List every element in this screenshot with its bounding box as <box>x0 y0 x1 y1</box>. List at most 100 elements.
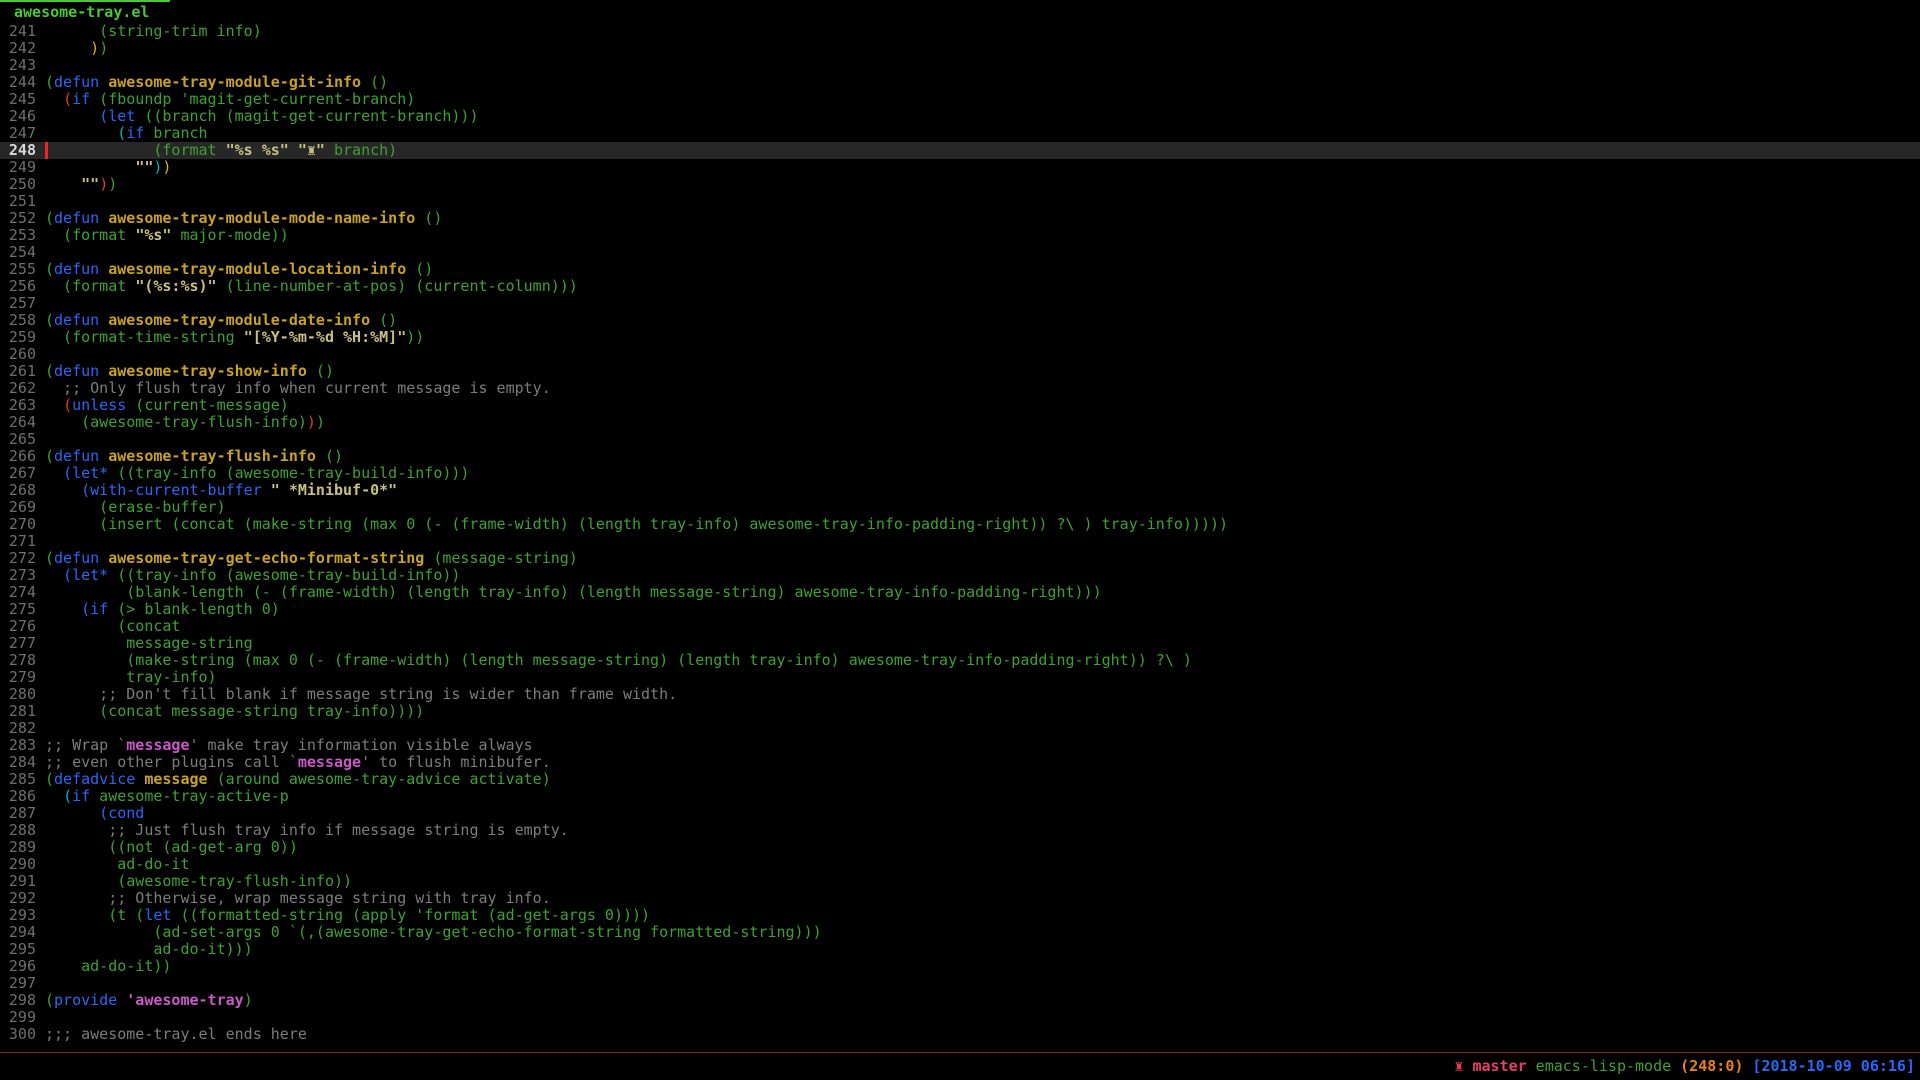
code-line[interactable]: 285(defadvice message (around awesome-tr… <box>0 771 1920 788</box>
code-line[interactable]: 270 (insert (concat (make-string (max 0 … <box>0 516 1920 533</box>
code-line[interactable]: 267 (let* ((tray-info (awesome-tray-buil… <box>0 465 1920 482</box>
code-line[interactable]: 251 <box>0 193 1920 210</box>
code-line[interactable]: 260 <box>0 346 1920 363</box>
emacs-frame: { "header": { "title": "awesome-tray.el"… <box>0 0 1920 1080</box>
line-number: 298 <box>0 992 45 1009</box>
code-line[interactable]: 297 <box>0 975 1920 992</box>
line-number: 276 <box>0 618 45 635</box>
code-line[interactable]: 245 (if (fboundp 'magit-get-current-bran… <box>0 91 1920 108</box>
code-line[interactable]: 257 <box>0 295 1920 312</box>
line-number: 280 <box>0 686 45 703</box>
code-line[interactable]: 275 (if (> blank-length 0) <box>0 601 1920 618</box>
code-line[interactable]: 299 <box>0 1009 1920 1026</box>
code-line[interactable]: 261(defun awesome-tray-show-info () <box>0 363 1920 380</box>
code-line[interactable]: 291 (awesome-tray-flush-info)) <box>0 873 1920 890</box>
code-line[interactable]: 252(defun awesome-tray-module-mode-name-… <box>0 210 1920 227</box>
code-line[interactable]: 273 (let* ((tray-info (awesome-tray-buil… <box>0 567 1920 584</box>
code-text: (if (fboundp 'magit-get-current-branch) <box>45 91 415 108</box>
code-line[interactable]: 272(defun awesome-tray-get-echo-format-s… <box>0 550 1920 567</box>
code-line[interactable]: 259 (format-time-string "[%Y-%m-%d %H:%M… <box>0 329 1920 346</box>
code-line[interactable]: 282 <box>0 720 1920 737</box>
code-line[interactable]: 253 (format "%s" major-mode)) <box>0 227 1920 244</box>
code-line[interactable]: 254 <box>0 244 1920 261</box>
line-number: 294 <box>0 924 45 941</box>
git-branch-icon: ♜ <box>1454 1058 1472 1075</box>
line-number: 260 <box>0 346 45 363</box>
code-text: (defun awesome-tray-module-mode-name-inf… <box>45 210 442 227</box>
code-text: (concat <box>45 618 180 635</box>
code-line[interactable]: 288 ;; Just flush tray info if message s… <box>0 822 1920 839</box>
code-line[interactable]: 264 (awesome-tray-flush-info))) <box>0 414 1920 431</box>
code-text: (with-current-buffer " *Minibuf-0*" <box>45 482 397 499</box>
line-number: 250 <box>0 176 45 193</box>
code-line[interactable]: 293 (t (let ((formatted-string (apply 'f… <box>0 907 1920 924</box>
code-line[interactable]: 241 (string-trim info) <box>0 23 1920 40</box>
code-text: (blank-length (- (frame-width) (length t… <box>45 584 1102 601</box>
code-line[interactable]: 287 (cond <box>0 805 1920 822</box>
code-line[interactable]: 281 (concat message-string tray-info)))) <box>0 703 1920 720</box>
code-line[interactable]: 247 (if branch <box>0 125 1920 142</box>
code-line[interactable]: 280 ;; Don't fill blank if message strin… <box>0 686 1920 703</box>
code-text: (defun awesome-tray-show-info () <box>45 363 334 380</box>
datetime-indicator: [2018-10-09 06:16] <box>1743 1058 1915 1075</box>
code-line[interactable]: 246 (let ((branch (magit-get-current-bra… <box>0 108 1920 125</box>
code-line[interactable]: 286 (if awesome-tray-active-p <box>0 788 1920 805</box>
line-number: 289 <box>0 839 45 856</box>
code-line[interactable]: 294 (ad-set-args 0 `(,(awesome-tray-get-… <box>0 924 1920 941</box>
line-number: 296 <box>0 958 45 975</box>
code-line[interactable]: 298(provide 'awesome-tray) <box>0 992 1920 1009</box>
line-number: 255 <box>0 261 45 278</box>
code-line[interactable]: 263 (unless (current-message) <box>0 397 1920 414</box>
line-number: 274 <box>0 584 45 601</box>
line-number: 292 <box>0 890 45 907</box>
code-text: (erase-buffer) <box>45 499 226 516</box>
line-number: 258 <box>0 312 45 329</box>
line-number: 277 <box>0 635 45 652</box>
code-line[interactable]: 268 (with-current-buffer " *Minibuf-0*" <box>0 482 1920 499</box>
code-line[interactable]: 243 <box>0 57 1920 74</box>
text-cursor <box>45 142 48 159</box>
line-number: 273 <box>0 567 45 584</box>
code-line[interactable]: 296 ad-do-it)) <box>0 958 1920 975</box>
code-text: message-string <box>45 635 253 652</box>
line-number: 285 <box>0 771 45 788</box>
line-number: 257 <box>0 295 45 312</box>
code-line[interactable]: 300;;; awesome-tray.el ends here <box>0 1026 1920 1043</box>
header-line: awesome-tray.el <box>0 0 1920 23</box>
code-line[interactable]: 255(defun awesome-tray-module-location-i… <box>0 261 1920 278</box>
line-number: 268 <box>0 482 45 499</box>
code-line[interactable]: 269 (erase-buffer) <box>0 499 1920 516</box>
line-number: 284 <box>0 754 45 771</box>
code-text: (awesome-tray-flush-info))) <box>45 414 325 431</box>
code-line[interactable]: 249 "")) <box>0 159 1920 176</box>
code-line[interactable]: 242 )) <box>0 40 1920 57</box>
code-line[interactable]: 295 ad-do-it))) <box>0 941 1920 958</box>
code-line[interactable]: 244(defun awesome-tray-module-git-info (… <box>0 74 1920 91</box>
line-number: 259 <box>0 329 45 346</box>
code-line[interactable]: 289 ((not (ad-get-arg 0)) <box>0 839 1920 856</box>
code-line[interactable]: 284;; even other plugins call `message' … <box>0 754 1920 771</box>
code-line[interactable]: 276 (concat <box>0 618 1920 635</box>
code-line[interactable]: 262 ;; Only flush tray info when current… <box>0 380 1920 397</box>
code-line[interactable]: 250 "")) <box>0 176 1920 193</box>
code-text: )) <box>45 40 108 57</box>
code-line-current[interactable]: 248 (format "%s %s" "♜" branch) <box>0 142 1920 159</box>
code-line[interactable]: 277 message-string <box>0 635 1920 652</box>
code-area[interactable]: 241 (string-trim info)242 ))243244(defun… <box>0 23 1920 1043</box>
code-text: (let* ((tray-info (awesome-tray-build-in… <box>45 567 460 584</box>
code-line[interactable]: 290 ad-do-it <box>0 856 1920 873</box>
code-line[interactable]: 265 <box>0 431 1920 448</box>
code-line[interactable]: 266(defun awesome-tray-flush-info () <box>0 448 1920 465</box>
code-line[interactable]: 292 ;; Otherwise, wrap message string wi… <box>0 890 1920 907</box>
code-line[interactable]: 271 <box>0 533 1920 550</box>
code-text: ;; Otherwise, wrap message string with t… <box>45 890 551 907</box>
code-text: ;; Don't fill blank if message string is… <box>45 686 677 703</box>
code-line[interactable]: 283;; Wrap `message' make tray informati… <box>0 737 1920 754</box>
code-line[interactable]: 278 (make-string (max 0 (- (frame-width)… <box>0 652 1920 669</box>
code-line[interactable]: 279 tray-info) <box>0 669 1920 686</box>
code-line[interactable]: 256 (format "(%s:%s)" (line-number-at-po… <box>0 278 1920 295</box>
code-line[interactable]: 258(defun awesome-tray-module-date-info … <box>0 312 1920 329</box>
line-number: 295 <box>0 941 45 958</box>
code-text: (make-string (max 0 (- (frame-width) (le… <box>45 652 1192 669</box>
code-line[interactable]: 274 (blank-length (- (frame-width) (leng… <box>0 584 1920 601</box>
